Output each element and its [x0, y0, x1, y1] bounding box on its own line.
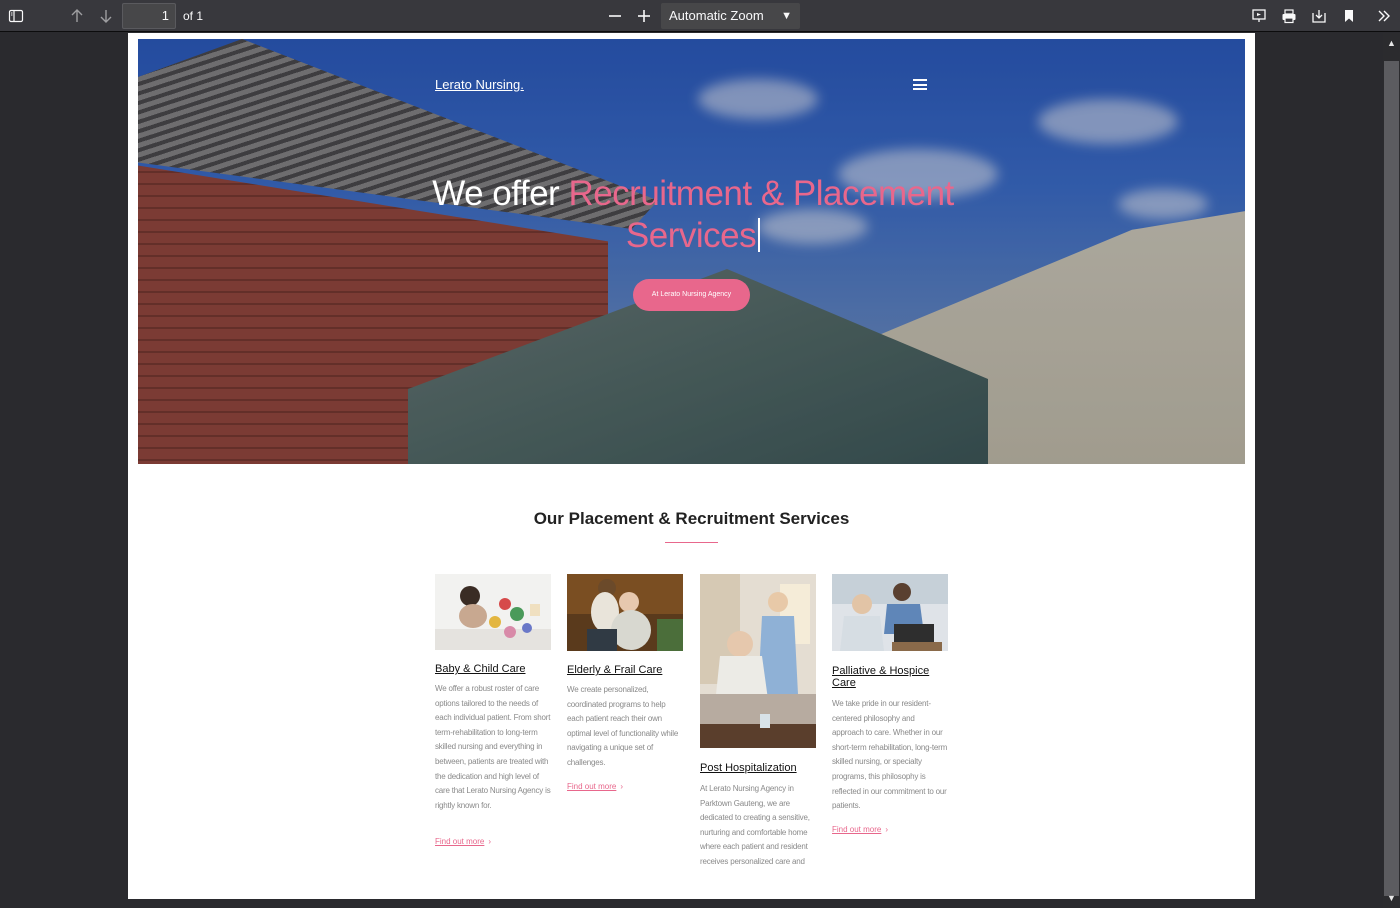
pdf-page: Lerato Nursing. We offer Recruitment & P…	[128, 33, 1255, 899]
find-out-more-link[interactable]: Find out more ›	[435, 837, 491, 846]
find-out-more-link[interactable]: Find out more ›	[832, 825, 888, 834]
service-card-baby-child: Baby & Child Care We offer a robust rost…	[435, 574, 551, 849]
chevron-right-icon: ›	[885, 825, 889, 834]
zoom-out-icon[interactable]	[603, 4, 627, 28]
download-icon[interactable]	[1307, 4, 1331, 28]
arrow-down-icon[interactable]	[94, 4, 118, 28]
brand-logo-link[interactable]: Lerato Nursing.	[435, 77, 524, 92]
service-card-title[interactable]: Post Hospitalization	[700, 762, 816, 774]
service-card-palliative-hospice: Palliative & Hospice Care We take pride …	[832, 574, 948, 837]
nurse-patient-image	[700, 574, 816, 748]
palliative-care-image	[832, 574, 948, 651]
title-divider	[665, 542, 718, 543]
vertical-scrollbar[interactable]: ▲ ▼	[1383, 33, 1400, 908]
service-card-title[interactable]: Palliative & Hospice Care	[832, 665, 948, 689]
sidebar-toggle-icon[interactable]	[4, 4, 28, 28]
service-card-title[interactable]: Baby & Child Care	[435, 663, 551, 675]
hero-section: Lerato Nursing. We offer Recruitment & P…	[138, 39, 1245, 464]
scrollbar-thumb[interactable]	[1384, 61, 1399, 896]
page-count-label: of 1	[183, 9, 204, 23]
service-card-text: We create personalized, coordinated prog…	[567, 685, 679, 767]
hero-cta-button[interactable]: At Lerato Nursing Agency	[633, 279, 750, 311]
bookmark-icon[interactable]	[1337, 4, 1361, 28]
pdf-toolbar: 1 of 1 Automatic Zoom ▼	[0, 0, 1400, 32]
service-card-title[interactable]: Elderly & Frail Care	[567, 664, 683, 676]
zoom-select-label: Automatic Zoom	[669, 8, 764, 23]
elderly-care-image	[567, 574, 683, 651]
service-card-post-hospitalization: Post Hospitalization At Lerato Nursing A…	[700, 574, 816, 882]
zoom-in-icon[interactable]	[632, 4, 656, 28]
chevron-right-icon: ›	[620, 782, 624, 791]
scroll-up-icon[interactable]: ▲	[1383, 35, 1400, 51]
service-card-text: We take pride in our resident-centered p…	[832, 699, 948, 811]
hamburger-menu-icon[interactable]	[913, 79, 927, 90]
headline-accent-text: Recruitment & Placement Services	[568, 174, 954, 255]
baby-toys-image	[435, 574, 551, 650]
page-number-input[interactable]: 1	[122, 3, 176, 29]
presentation-icon[interactable]	[1247, 4, 1271, 28]
chevron-down-icon: ▼	[781, 10, 792, 22]
scroll-down-icon[interactable]: ▼	[1383, 890, 1400, 906]
hero-headline: We offer Recruitment & Placement Service…	[418, 173, 968, 257]
tools-icon[interactable]	[1372, 4, 1396, 28]
find-out-more-link[interactable]: Find out more ›	[567, 782, 623, 791]
service-card-elderly-frail: Elderly & Frail Care We create personali…	[567, 574, 683, 794]
zoom-select[interactable]: Automatic Zoom ▼	[661, 3, 800, 29]
document-viewer[interactable]: Lerato Nursing. We offer Recruitment & P…	[0, 33, 1383, 908]
service-card-text: At Lerato Nursing Agency in Parktown Gau…	[700, 784, 810, 866]
services-section-title: Our Placement & Recruitment Services	[533, 509, 850, 528]
service-card-text: We offer a robust roster of care options…	[435, 684, 551, 810]
print-icon[interactable]	[1277, 4, 1301, 28]
chevron-right-icon: ›	[488, 837, 492, 846]
headline-plain-text: We offer	[432, 174, 569, 213]
arrow-up-icon[interactable]	[65, 4, 89, 28]
typing-caret	[758, 218, 761, 252]
